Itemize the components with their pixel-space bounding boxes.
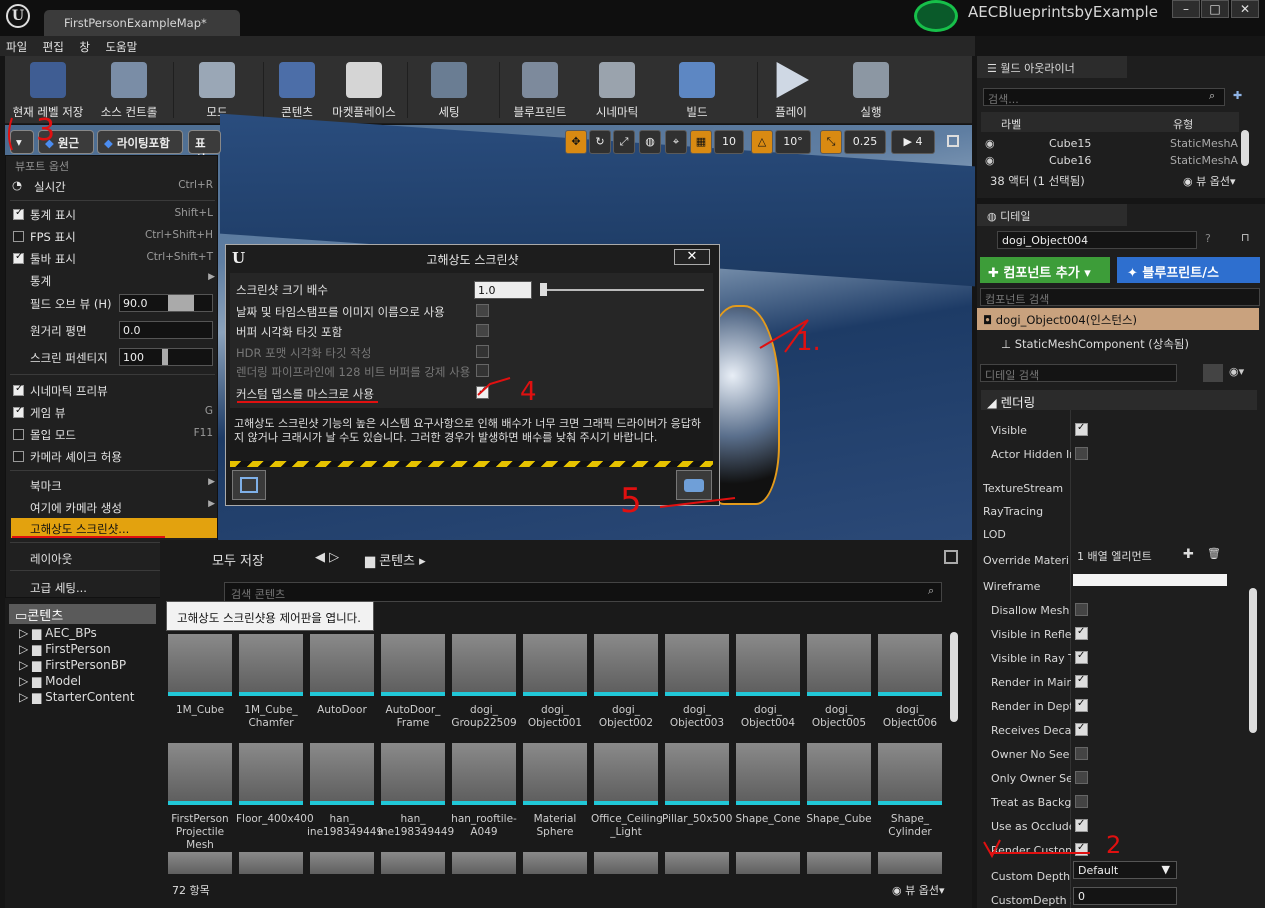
annotation-1: 1.: [796, 327, 821, 357]
annotation-3: 3: [36, 113, 55, 148]
red-annotations: 3 4 1. 5 2: [8, 113, 1121, 859]
annotation-bracket: [8, 117, 13, 151]
annotation-5: 5: [620, 481, 642, 521]
annotation-check: [477, 377, 511, 396]
annotation-underline: [659, 497, 736, 508]
annotation-2: 2: [1106, 831, 1121, 859]
annotation-4: 4: [520, 377, 537, 407]
